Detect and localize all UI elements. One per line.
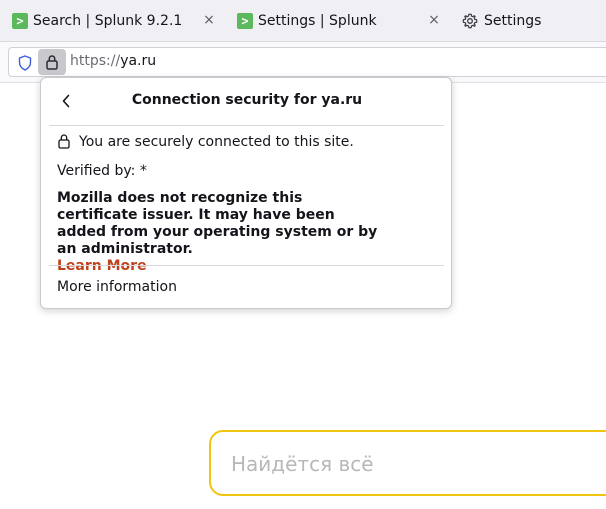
- search-input[interactable]: Найдётся всё: [209, 430, 606, 496]
- connection-security-panel: Connection security for ya.ru You are se…: [40, 77, 452, 309]
- site-security-lock-button[interactable]: [38, 49, 66, 75]
- divider: [49, 125, 444, 126]
- tab-title: Search | Splunk 9.2.1: [33, 12, 183, 29]
- tab-splunk-search[interactable]: > Search | Splunk 9.2.1 ×: [12, 0, 222, 41]
- tab-strip: > Search | Splunk 9.2.1 × > Settings | S…: [0, 0, 606, 42]
- more-information-button[interactable]: More information: [57, 279, 177, 295]
- browser-window: > Search | Splunk 9.2.1 × > Settings | S…: [0, 0, 606, 509]
- close-icon[interactable]: ×: [426, 12, 442, 28]
- splunk-favicon-icon: >: [12, 12, 28, 29]
- learn-more-link[interactable]: Learn More: [57, 258, 387, 275]
- url-host: ya.ru: [120, 53, 157, 69]
- url-scheme: https://: [70, 53, 121, 69]
- tab-splunk-settings[interactable]: > Settings | Splunk ×: [237, 0, 447, 41]
- search-placeholder: Найдётся всё: [231, 452, 374, 476]
- certificate-warning: Mozilla does not recognize this certific…: [57, 190, 387, 275]
- tab-settings[interactable]: Settings: [462, 0, 606, 41]
- tab-title: Settings | Splunk: [258, 12, 377, 29]
- lock-icon: [46, 55, 58, 70]
- secure-connection-text: You are securely connected to this site.: [79, 134, 354, 150]
- lock-icon: [57, 133, 73, 151]
- tab-title: Settings: [484, 12, 542, 29]
- warning-text: Mozilla does not recognize this certific…: [57, 190, 378, 257]
- splunk-favicon-icon: >: [237, 12, 253, 29]
- close-icon[interactable]: ×: [201, 12, 217, 28]
- secure-connection-row: You are securely connected to this site.: [57, 133, 354, 151]
- divider: [49, 265, 444, 266]
- verified-by-text: Verified by: *: [57, 163, 147, 179]
- url-text[interactable]: https://ya.ru: [70, 53, 156, 69]
- url-bar[interactable]: https://ya.ru: [8, 47, 606, 77]
- gear-icon: [462, 13, 478, 29]
- tracking-protection-shield-icon[interactable]: [16, 54, 34, 72]
- panel-title: Connection security for ya.ru: [131, 92, 363, 108]
